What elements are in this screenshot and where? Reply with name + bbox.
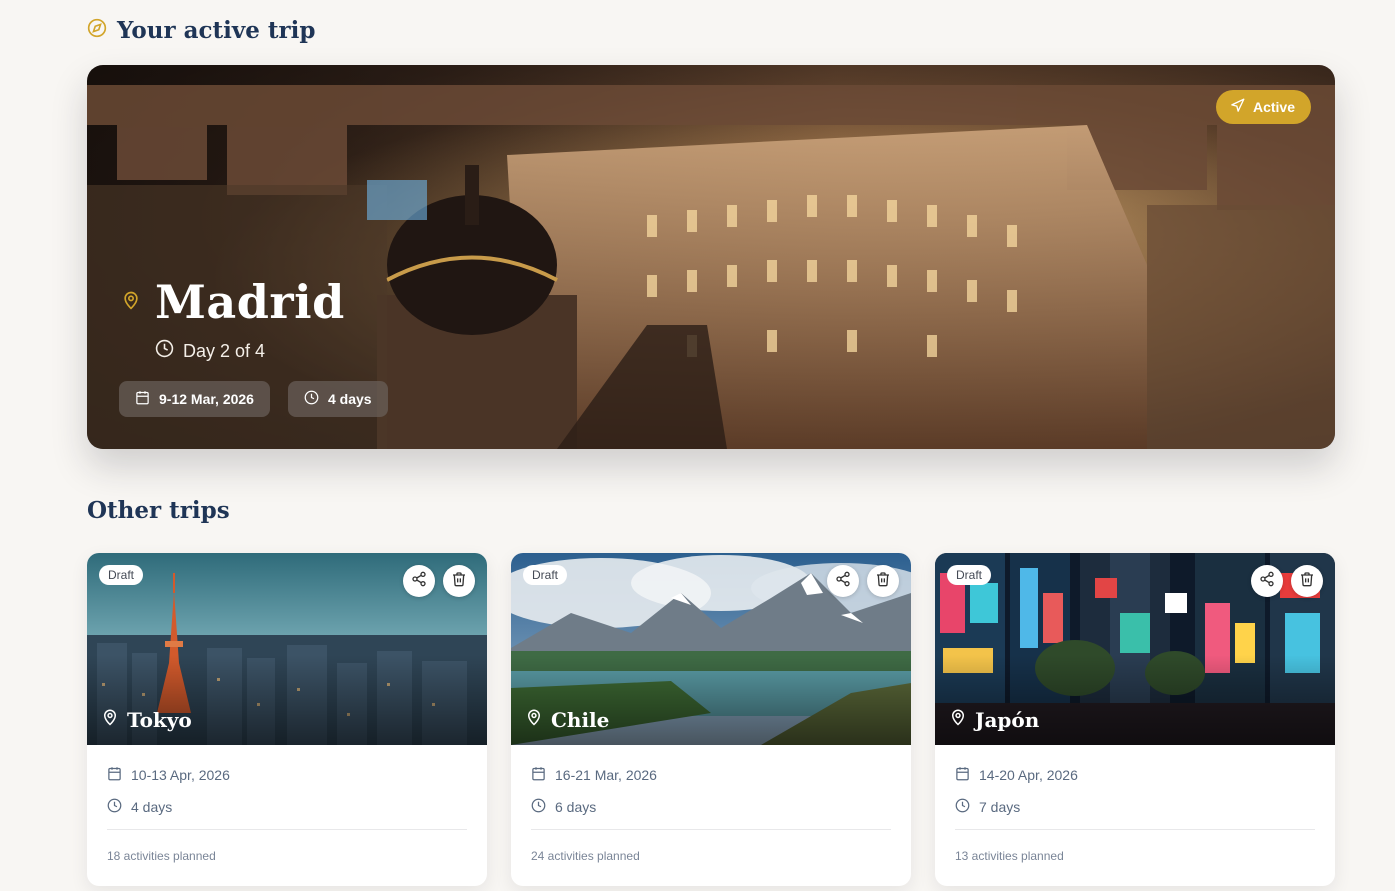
- trip-card-chile[interactable]: Draft Chile 16-21 Mar, 2026 6 days 24 ac…: [511, 553, 911, 886]
- active-trip-heading: Your active trip: [87, 17, 315, 44]
- trip-card-activities: 13 activities planned: [955, 849, 1064, 863]
- draft-badge: Draft: [523, 565, 568, 585]
- share-icon: [835, 571, 851, 592]
- navigation-arrow-icon: [1230, 98, 1245, 116]
- trip-card-duration-text: 4 days: [131, 799, 173, 815]
- trip-card-duration-text: 7 days: [979, 799, 1021, 815]
- clock-icon: [304, 390, 319, 408]
- draft-badge: Draft: [99, 565, 144, 585]
- trip-card-duration: 6 days: [531, 798, 596, 816]
- other-trips-title: Other trips: [87, 497, 230, 524]
- trip-card-activities: 18 activities planned: [107, 849, 216, 863]
- active-status-badge: Active: [1215, 90, 1311, 124]
- active-trip-dates-chip: 9-12 Mar, 2026: [119, 381, 270, 417]
- madrid-photo: [87, 65, 1335, 449]
- clock-icon: [955, 798, 970, 816]
- trip-card-city: Chile: [525, 707, 609, 732]
- compass-icon: [87, 17, 107, 44]
- active-trip-progress-text: Day 2 of 4: [183, 340, 266, 361]
- trip-card-dates: 16-21 Mar, 2026: [531, 766, 657, 784]
- clock-icon: [155, 339, 174, 363]
- trip-card-city-name: Japón: [975, 707, 1040, 732]
- map-pin-icon: [525, 707, 543, 732]
- delete-button[interactable]: [1291, 565, 1323, 597]
- trip-card-activities: 24 activities planned: [531, 849, 640, 863]
- trip-card-dates-text: 16-21 Mar, 2026: [555, 767, 657, 783]
- delete-button[interactable]: [443, 565, 475, 597]
- active-trip-dates: 9-12 Mar, 2026: [159, 391, 254, 407]
- share-button[interactable]: [1251, 565, 1283, 597]
- trip-card-city-name: Tokyo: [127, 707, 192, 732]
- trip-card-duration: 4 days: [107, 798, 172, 816]
- divider: [107, 829, 467, 830]
- active-trip-city-name: Madrid: [155, 275, 345, 329]
- divider: [955, 829, 1315, 830]
- trip-card-japon[interactable]: Draft Japón 14-20 Apr, 2026 7 days 13 ac…: [935, 553, 1335, 886]
- trip-card-tokyo[interactable]: Draft Tokyo 10-13 Apr, 2026 4 days 18 ac…: [87, 553, 487, 886]
- trip-card-dates: 10-13 Apr, 2026: [107, 766, 230, 784]
- trip-card-dates: 14-20 Apr, 2026: [955, 766, 1078, 784]
- trip-card-city: Japón: [949, 707, 1039, 732]
- active-trip-city: Madrid: [121, 275, 345, 329]
- active-trip-card[interactable]: Active Madrid Day 2 of 4 9-12 Mar, 2026: [87, 65, 1335, 449]
- trash-icon: [451, 571, 467, 592]
- active-trip-duration-chip: 4 days: [288, 381, 388, 417]
- trip-card-duration-text: 6 days: [555, 799, 597, 815]
- trash-icon: [875, 571, 891, 592]
- share-button[interactable]: [403, 565, 435, 597]
- other-trips-heading: Other trips: [87, 497, 230, 524]
- calendar-icon: [531, 766, 546, 784]
- map-pin-icon: [949, 707, 967, 732]
- share-icon: [411, 571, 427, 592]
- map-pin-icon: [121, 288, 141, 317]
- trip-card-duration: 7 days: [955, 798, 1020, 816]
- delete-button[interactable]: [867, 565, 899, 597]
- active-status-label: Active: [1252, 99, 1295, 115]
- trip-card-city-name: Chile: [551, 707, 610, 732]
- trash-icon: [1299, 571, 1315, 592]
- draft-badge: Draft: [947, 565, 992, 585]
- clock-icon: [531, 798, 546, 816]
- calendar-icon: [107, 766, 122, 784]
- active-trip-duration: 4 days: [328, 391, 372, 407]
- divider: [531, 829, 891, 830]
- clock-icon: [107, 798, 122, 816]
- trip-card-dates-text: 10-13 Apr, 2026: [131, 767, 230, 783]
- trip-card-city: Tokyo: [101, 707, 192, 732]
- share-icon: [1259, 571, 1275, 592]
- calendar-icon: [955, 766, 970, 784]
- share-button[interactable]: [827, 565, 859, 597]
- map-pin-icon: [101, 707, 119, 732]
- trip-card-dates-text: 14-20 Apr, 2026: [979, 767, 1078, 783]
- active-trip-progress: Day 2 of 4: [155, 339, 265, 363]
- active-trip-title: Your active trip: [117, 17, 316, 44]
- calendar-icon: [135, 390, 150, 408]
